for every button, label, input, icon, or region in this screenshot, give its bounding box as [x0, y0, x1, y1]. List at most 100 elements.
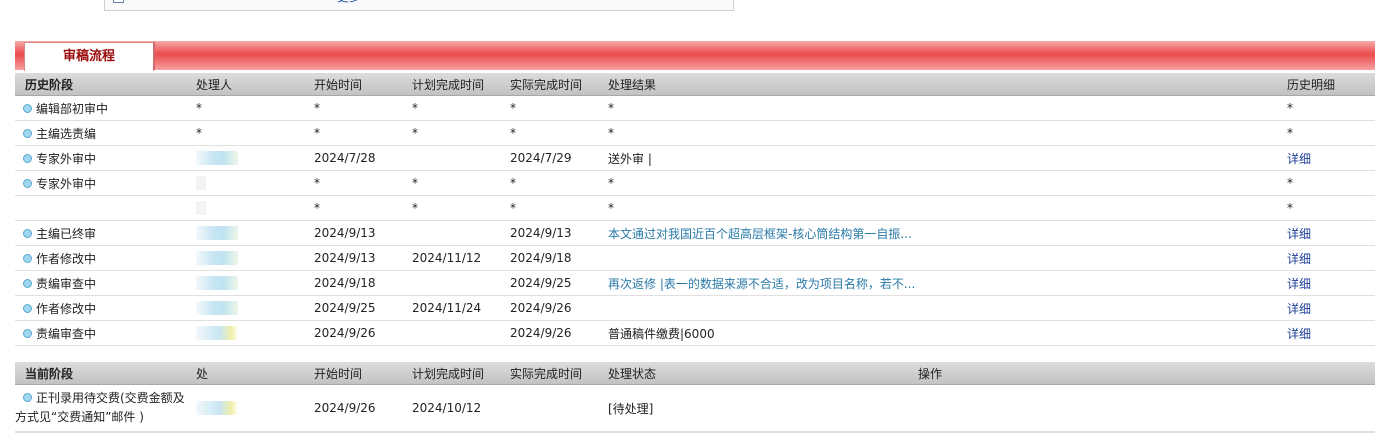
detail-cell: * [1277, 120, 1375, 146]
col-current-stage: 当前阶段 [15, 362, 186, 385]
handler-cell: * [186, 95, 304, 121]
stage-label: 专家外审中 [36, 176, 97, 191]
actual-cell: 2024/9/26 [500, 320, 598, 346]
section-header-band [15, 41, 1375, 70]
start-cell: 2024/9/18 [304, 270, 402, 296]
stage-cell: 责编审查中 [15, 270, 186, 296]
table-bottom-border [15, 432, 1375, 433]
current-header-row: 当前阶段 处 开始时间 计划完成时间 实际完成时间 处理状态 操作 [15, 362, 1375, 385]
col-current-handler: 处 [186, 362, 304, 385]
history-row: 作者修改中 2024/9/13 2024/11/12 2024/9/18 详细 [15, 245, 1375, 271]
col-actual-time: 实际完成时间 [500, 73, 598, 96]
planned-cell [402, 270, 500, 296]
detail-cell: * [1277, 195, 1375, 221]
result-cell[interactable]: 本文通过对我国近百个超高层框架-核心筒结构第一自振... [598, 220, 1277, 246]
detail-cell[interactable]: 详细 [1277, 270, 1375, 296]
redacted-handler [196, 151, 238, 166]
result-cell [598, 295, 1277, 321]
start-cell: * [304, 170, 402, 196]
handler-value: * [196, 101, 202, 115]
actual-cell: 2024/7/29 [500, 145, 598, 171]
stage-cell: 主编选责编 [15, 120, 186, 146]
detail-cell[interactable]: 详细 [1277, 220, 1375, 246]
current-operation-cell[interactable] [908, 384, 1375, 432]
redacted-handler [196, 176, 206, 191]
stage-label: 责编审查中 [36, 326, 97, 341]
history-row: 主编已终审 2024/9/13 2024/9/13 本文通过对我国近百个超高层框架-核… [15, 220, 1375, 246]
redacted-handler [196, 201, 206, 216]
col-start-time: 开始时间 [304, 73, 402, 96]
handler-cell [186, 170, 304, 196]
col-current-planned: 计划完成时间 [402, 362, 500, 385]
detail-cell[interactable]: 详细 [1277, 295, 1375, 321]
stage-label: 主编已终审 [36, 226, 97, 241]
previous-section-box: 更多 [104, 0, 734, 11]
tab-review-process[interactable]: 审稿流程 [24, 42, 154, 71]
tab-divider [153, 42, 155, 70]
detail-cell[interactable]: 详细 [1277, 245, 1375, 271]
planned-cell: * [402, 195, 500, 221]
result-cell: * [598, 95, 1277, 121]
actual-cell: * [500, 95, 598, 121]
planned-cell [402, 320, 500, 346]
actual-cell: * [500, 195, 598, 221]
history-row: 责编审查中 2024/9/26 2024/9/26 普通稿件缴费|6000 详细 [15, 320, 1375, 346]
current-actual-cell [500, 384, 598, 432]
actual-cell: 2024/9/25 [500, 270, 598, 296]
detail-cell[interactable]: 详细 [1277, 320, 1375, 346]
bullet-icon [23, 103, 32, 113]
current-stage-cell: 正刊录用待交费(交费金额及 方式见“交费通知”邮件 ) [15, 384, 186, 432]
handler-cell [186, 320, 304, 346]
actual-cell: * [500, 170, 598, 196]
stage-cell: 专家外审中 [15, 145, 186, 171]
planned-cell [402, 145, 500, 171]
detail-cell[interactable]: 详细 [1277, 145, 1375, 171]
bullet-icon [23, 178, 32, 188]
start-cell: 2024/9/13 [304, 220, 402, 246]
result-cell: * [598, 120, 1277, 146]
current-status-cell: [待处理] [598, 384, 908, 432]
history-row: 专家外审中 2024/7/28 2024/7/29 送外审 | 详细 [15, 145, 1375, 171]
stage-cell: 责编审查中 [15, 320, 186, 346]
bullet-icon [23, 278, 32, 288]
handler-cell [186, 270, 304, 296]
current-row: 正刊录用待交费(交费金额及 方式见“交费通知”邮件 ) 2024/9/26 20… [15, 384, 1375, 432]
result-cell: 普通稿件缴费|6000 [598, 320, 1277, 346]
stage-label: 主编选责编 [36, 126, 97, 141]
redacted-handler [196, 226, 238, 241]
more-link[interactable]: 更多 [337, 0, 361, 5]
actual-cell: 2024/9/18 [500, 245, 598, 271]
start-cell: 2024/9/25 [304, 295, 402, 321]
planned-cell [402, 220, 500, 246]
redacted-handler [196, 326, 238, 341]
start-cell: * [304, 195, 402, 221]
detail-cell: * [1277, 170, 1375, 196]
result-cell [598, 245, 1277, 271]
history-row: 编辑部初审中 * * * * * * [15, 95, 1375, 121]
handler-cell [186, 245, 304, 271]
stage-cell: 作者修改中 [15, 245, 186, 271]
start-cell: * [304, 120, 402, 146]
detail-cell: * [1277, 95, 1375, 121]
col-current-start: 开始时间 [304, 362, 402, 385]
history-row: 作者修改中 2024/9/25 2024/11/24 2024/9/26 详细 [15, 295, 1375, 321]
planned-cell: * [402, 95, 500, 121]
start-cell: * [304, 95, 402, 121]
planned-cell: * [402, 170, 500, 196]
handler-cell [186, 195, 304, 221]
stage-cell: 作者修改中 [15, 295, 186, 321]
result-cell[interactable]: 再次返修 |表一的数据来源不合适，改为项目名称，若不... [598, 270, 1277, 296]
col-handler: 处理人 [186, 73, 304, 96]
start-cell: 2024/7/28 [304, 145, 402, 171]
history-row: 专家外审中 * * * * * [15, 170, 1375, 196]
current-start-cell: 2024/9/26 [304, 384, 402, 432]
col-history-detail: 历史明细 [1277, 73, 1375, 96]
result-cell: 送外审 | [598, 145, 1277, 171]
bullet-icon [23, 253, 32, 263]
redacted-handler [196, 401, 238, 416]
history-row: * * * * * [15, 195, 1375, 221]
stage-cell: 编辑部初审中 [15, 95, 186, 121]
actual-cell: 2024/9/13 [500, 220, 598, 246]
history-row: 主编选责编 * * * * * * [15, 120, 1375, 146]
redacted-handler [196, 251, 238, 266]
